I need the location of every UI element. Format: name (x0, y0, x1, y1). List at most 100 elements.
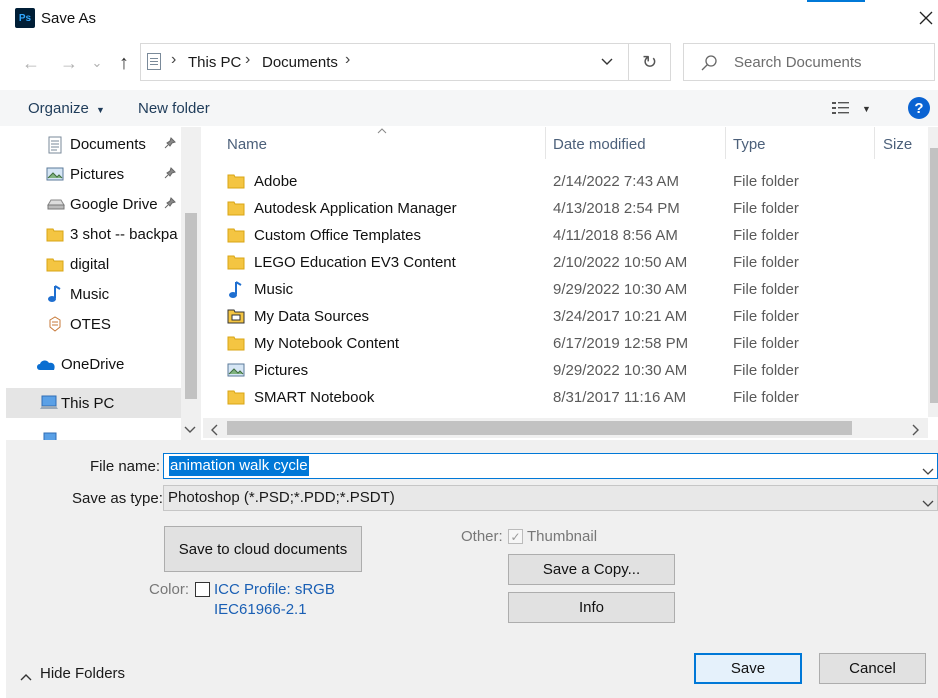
file-date: 2/10/2022 10:50 AM (553, 254, 688, 271)
navigation-scrollbar-thumb[interactable] (185, 213, 197, 399)
file-date: 4/13/2018 2:54 PM (553, 200, 680, 217)
table-row[interactable]: LEGO Education EV3 Content 2/10/2022 10:… (227, 250, 907, 277)
column-divider (874, 127, 875, 159)
window-title: Save As (41, 10, 97, 27)
address-dropdown-icon[interactable] (599, 54, 615, 70)
pin-icon (164, 196, 176, 212)
icc-profile-label: ICC Profile: sRGB (214, 581, 335, 598)
sidebar-item-onedrive[interactable]: OneDrive (6, 349, 181, 379)
sidebar-item-documents[interactable]: Documents (6, 129, 181, 159)
table-row[interactable]: Music 9/29/2022 10:30 AM File folder (227, 277, 907, 304)
table-row[interactable]: Custom Office Templates 4/11/2018 8:56 A… (227, 223, 907, 250)
forward-button[interactable]: → (58, 52, 80, 74)
chevron-down-icon[interactable] (922, 495, 934, 512)
sidebar-item-google-drive[interactable]: Google Drive (6, 189, 181, 219)
back-button[interactable]: ← (20, 52, 42, 74)
file-date: 9/29/2022 10:30 AM (553, 281, 688, 298)
network-icon-partial (40, 429, 60, 440)
sidebar-item-pictures[interactable]: Pictures (6, 159, 181, 189)
pin-icon (164, 136, 176, 152)
file-type: File folder (733, 254, 799, 271)
organize-label: Organize (28, 100, 89, 117)
table-row[interactable]: My Notebook Content 6/17/2019 12:58 PM F… (227, 331, 907, 358)
file-type: File folder (733, 173, 799, 190)
sidebar-item-digital[interactable]: digital (6, 249, 181, 279)
save-to-cloud-button[interactable]: Save to cloud documents (164, 526, 362, 572)
file-type: File folder (733, 308, 799, 325)
table-row[interactable]: Pictures 9/29/2022 10:30 AM File folder (227, 358, 907, 385)
file-date: 2/14/2022 7:43 AM (553, 173, 679, 190)
address-bar[interactable]: › This PC › Documents › (140, 43, 629, 81)
chevron-right-icon[interactable] (912, 423, 920, 440)
organize-dropdown-icon: ▼ (96, 105, 105, 115)
column-header-type[interactable]: Type (733, 136, 766, 153)
save-button[interactable]: Save (694, 653, 802, 684)
file-name-value: animation walk cycle (169, 456, 309, 476)
file-name: My Data Sources (254, 308, 370, 325)
otes-icon (46, 315, 64, 333)
chevron-up-icon (20, 668, 32, 685)
breadcrumb-documents[interactable]: Documents (262, 54, 338, 71)
save-a-copy-button[interactable]: Save a Copy... (508, 554, 675, 585)
cancel-button[interactable]: Cancel (819, 653, 926, 684)
title-bar (0, 0, 938, 38)
up-button[interactable]: ↑ (113, 51, 135, 75)
thispc-icon (39, 395, 59, 413)
file-list-horizontal-scrollbar-thumb[interactable] (227, 421, 852, 435)
pictures-icon (46, 166, 64, 184)
icc-profile-checkbox[interactable] (195, 582, 210, 597)
thumbnail-checkbox[interactable]: ✓ (508, 529, 523, 544)
file-list-vertical-scrollbar-thumb[interactable] (930, 148, 938, 403)
file-name-label: File name: (90, 458, 161, 475)
view-options-icon[interactable] (831, 100, 851, 120)
column-header-date[interactable]: Date modified (553, 136, 646, 153)
thumbnail-label: Thumbnail (527, 528, 598, 545)
breadcrumb-separator: › (345, 51, 351, 68)
accent-strip (807, 0, 865, 2)
chevron-left-icon[interactable] (210, 423, 218, 440)
file-name: SMART Notebook (254, 389, 375, 406)
sidebar-item-otes[interactable]: OTES (6, 309, 181, 339)
other-label: Other: (461, 528, 503, 545)
chevron-down-icon[interactable] (184, 421, 196, 438)
save-as-type-select[interactable]: Photoshop (*.PSD;*.PDD;*.PSDT) (163, 485, 938, 511)
folder-icon (46, 256, 64, 274)
hide-folders-label: Hide Folders (40, 665, 126, 682)
color-label: Color: (149, 581, 190, 598)
folder-icon (227, 200, 245, 216)
recent-locations-button[interactable]: ⌄ (90, 52, 104, 74)
sidebar-item-3-shot[interactable]: 3 shot -- backpa (6, 219, 181, 249)
breadcrumb-this-pc[interactable]: This PC (188, 54, 241, 71)
table-row[interactable]: SMART Notebook 8/31/2017 11:16 AM File f… (227, 385, 907, 412)
icc-profile-label-line2: IEC61966-2.1 (214, 601, 307, 618)
breadcrumb-separator: › (171, 51, 177, 68)
file-date: 6/17/2019 12:58 PM (553, 335, 689, 352)
column-header-name[interactable]: Name (227, 136, 267, 153)
search-placeholder: Search Documents (734, 54, 862, 71)
sidebar-item-label: OTES (70, 315, 111, 333)
column-header-size[interactable]: Size (883, 136, 912, 153)
onedrive-icon (35, 357, 57, 375)
pin-icon (164, 166, 176, 182)
view-dropdown-icon[interactable]: ▼ (862, 104, 871, 114)
search-box[interactable]: Search Documents (683, 43, 935, 81)
file-type: File folder (733, 281, 799, 298)
sidebar-item-label: Google Drive (70, 195, 158, 213)
close-icon[interactable] (914, 6, 938, 30)
sidebar-item-this-pc[interactable]: This PC (6, 388, 181, 418)
info-button[interactable]: Info (508, 592, 675, 623)
refresh-button[interactable]: ↻ (629, 43, 671, 81)
help-icon[interactable]: ? (908, 97, 930, 119)
file-type: File folder (733, 335, 799, 352)
sidebar-item-label: This PC (61, 394, 115, 412)
folder-icon (46, 226, 64, 244)
chevron-down-icon[interactable] (922, 463, 934, 480)
new-folder-button[interactable]: New folder (138, 100, 210, 117)
file-name: Music (254, 281, 294, 298)
sidebar-item-music[interactable]: Music (6, 279, 181, 309)
table-row[interactable]: Adobe 2/14/2022 7:43 AM File folder (227, 169, 907, 196)
table-row[interactable]: Autodesk Application Manager 4/13/2018 2… (227, 196, 907, 223)
sidebar-item-label: digital (70, 255, 110, 273)
organize-button[interactable]: Organize ▼ (28, 100, 105, 117)
table-row[interactable]: My Data Sources 3/24/2017 10:21 AM File … (227, 304, 907, 331)
